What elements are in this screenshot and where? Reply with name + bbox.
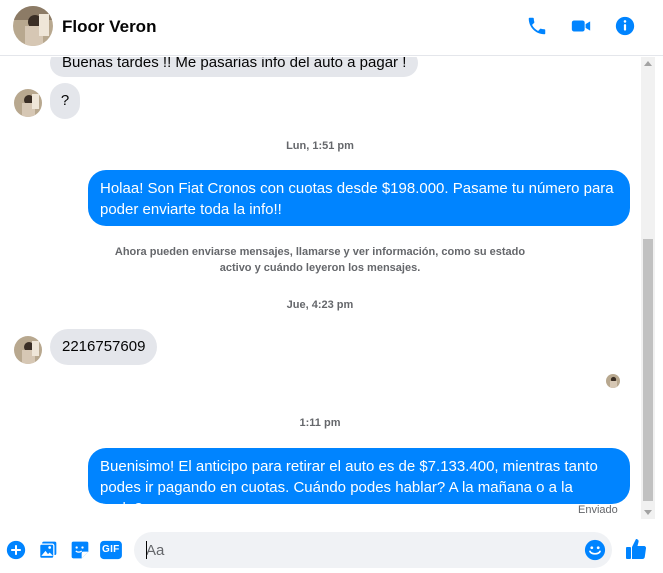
message-status: Enviado [578, 504, 618, 516]
timestamp: Lun, 1:51 pm [286, 140, 354, 152]
sender-avatar[interactable] [14, 89, 42, 117]
sticker-icon[interactable] [69, 539, 91, 561]
seen-indicator-avatar [606, 374, 620, 388]
message-list[interactable]: Buenas tardes !! Me pasarias info del au… [0, 57, 640, 519]
timestamp: 1:11 pm [299, 417, 341, 429]
scroll-up-arrow[interactable] [644, 61, 652, 66]
message-composer: GIF [0, 527, 663, 573]
info-icon[interactable] [613, 14, 637, 38]
timestamp: Jue, 4:23 pm [286, 299, 354, 311]
message-input[interactable] [146, 532, 576, 568]
phone-icon[interactable] [525, 14, 549, 38]
contact-avatar[interactable] [13, 6, 53, 46]
conversation-header: Floor Veron [0, 0, 663, 56]
sender-avatar[interactable] [14, 336, 42, 364]
thumbs-up-icon[interactable] [624, 537, 648, 561]
message-bubble-incoming[interactable]: Buenas tardes !! Me pasarias info del au… [50, 57, 419, 77]
video-camera-icon[interactable] [569, 14, 593, 38]
message-bubble-incoming[interactable]: ? [50, 83, 80, 119]
gif-label: GIF [102, 544, 120, 555]
gif-icon[interactable]: GIF [99, 539, 123, 561]
photo-icon[interactable] [37, 539, 59, 561]
contact-name[interactable]: Floor Veron [62, 17, 156, 37]
scrollbar-thumb[interactable] [643, 239, 653, 501]
text-caret [146, 541, 147, 559]
message-bubble-outgoing[interactable]: Buenisimo! El anticipo para retirar el a… [88, 448, 630, 517]
plus-circle-icon[interactable] [5, 539, 27, 561]
message-bubble-outgoing[interactable]: Holaa! Son Fiat Cronos con cuotas desde … [88, 170, 630, 226]
scroll-down-arrow[interactable] [644, 510, 652, 515]
system-notice: Ahora pueden enviarse mensajes, llamarse… [114, 246, 526, 274]
message-input-container[interactable] [134, 532, 612, 568]
message-bubble-incoming[interactable]: 2216757609 [50, 329, 158, 365]
message-scrollbar[interactable] [641, 57, 655, 519]
emoji-icon[interactable] [584, 539, 606, 561]
